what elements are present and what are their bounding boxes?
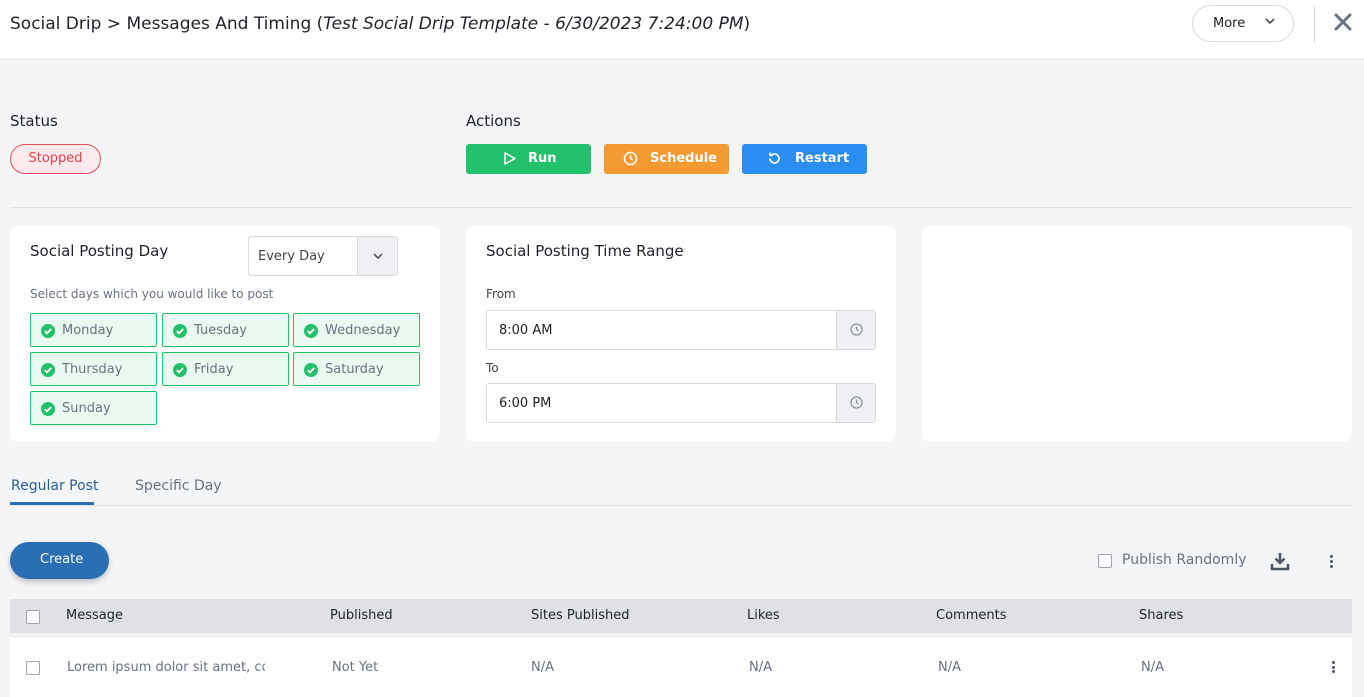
row-comments: N/A [938,660,961,675]
posting-day-select[interactable]: Every Day [248,236,398,276]
day-friday[interactable]: Friday [162,352,289,386]
check-circle-icon [304,363,318,377]
check-circle-icon [173,363,187,377]
status-badge: Stopped [10,144,101,174]
chevron-down-icon [1265,18,1275,25]
play-icon [504,152,516,165]
to-label: To [486,361,499,375]
column-published[interactable]: Published [330,608,393,623]
schedule-button[interactable]: Schedule [604,144,729,174]
row-message: Lorem ipsum dolor sit amet, consectetur [67,660,265,675]
column-comments[interactable]: Comments [936,608,1006,623]
create-button[interactable]: Create [10,542,109,579]
more-options-icon[interactable] [1330,555,1333,568]
column-likes[interactable]: Likes [747,608,780,623]
day-wednesday[interactable]: Wednesday [293,313,420,347]
clock-icon [623,151,638,166]
from-time-input[interactable]: 8:00 AM [486,310,876,350]
tab-regular-post[interactable]: Regular Post [11,478,98,494]
breadcrumb: Social Drip > Messages And Timing ( [10,14,324,34]
select-all-checkbox[interactable] [26,610,40,624]
more-button-label: More [1213,16,1246,31]
row-checkbox[interactable] [26,661,40,675]
from-label: From [486,287,516,301]
check-circle-icon [173,324,187,338]
schedule-button-label: Schedule [650,151,717,166]
posting-day-hint: Select days which you would like to post [30,287,274,301]
to-time-input[interactable]: 6:00 PM [486,383,876,423]
section-divider [10,207,1352,208]
page-title: Social Drip > Messages And Timing (Test … [10,14,751,34]
empty-card [922,226,1352,442]
run-button-label: Run [528,151,557,166]
row-published: Not Yet [332,660,379,675]
restart-button-label: Restart [795,151,850,166]
column-shares[interactable]: Shares [1139,608,1183,623]
create-button-label: Create [40,552,84,567]
restart-icon [769,152,780,164]
download-icon[interactable] [1270,551,1290,571]
time-range-title: Social Posting Time Range [486,242,684,260]
publish-randomly-checkbox[interactable] [1098,554,1112,568]
chevron-down-icon [373,253,383,260]
tabs-divider [10,505,1352,506]
publish-randomly-label: Publish Randomly [1122,552,1247,568]
template-name: Test Social Drip Template - 6/30/2023 7:… [323,14,744,34]
posting-day-select-value: Every Day [258,249,325,264]
restart-button[interactable]: Restart [742,144,867,174]
tab-specific-day[interactable]: Specific Day [135,478,222,494]
day-saturday[interactable]: Saturday [293,352,420,386]
run-button[interactable]: Run [466,144,591,174]
to-time-value: 6:00 PM [499,396,552,411]
check-circle-icon [41,324,55,338]
column-message[interactable]: Message [66,608,123,623]
active-tab-indicator [10,502,94,505]
clock-icon [850,396,863,409]
page-header: Social Drip > Messages And Timing (Test … [0,0,1364,60]
check-circle-icon [41,363,55,377]
row-sites-published: N/A [531,660,554,675]
clock-icon [850,323,863,336]
posting-day-title: Social Posting Day [30,242,169,260]
day-thursday[interactable]: Thursday [30,352,157,386]
row-shares: N/A [1141,660,1164,675]
column-sites-published[interactable]: Sites Published [531,608,629,623]
close-icon[interactable] [1333,12,1353,32]
check-circle-icon [304,324,318,338]
day-monday[interactable]: Monday [30,313,157,347]
actions-label: Actions [466,112,521,130]
status-label: Status [10,112,58,130]
day-tuesday[interactable]: Tuesday [162,313,289,347]
day-sunday[interactable]: Sunday [30,391,157,425]
from-time-value: 8:00 AM [499,323,553,338]
row-menu-icon[interactable] [1332,661,1335,673]
more-button[interactable]: More [1192,5,1294,42]
check-circle-icon [41,402,55,416]
row-likes: N/A [749,660,772,675]
header-divider [1314,6,1315,43]
